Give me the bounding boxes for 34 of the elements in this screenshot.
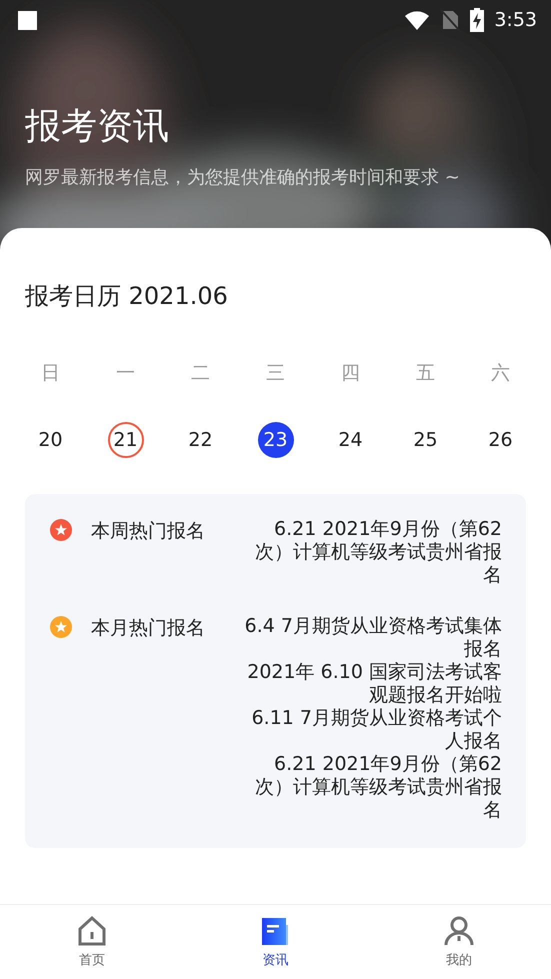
- nav-tab[interactable]: 首页: [0, 905, 184, 979]
- calendar-day[interactable]: 24: [332, 422, 368, 458]
- registration-link[interactable]: 6.4 7月期货从业资格考试集体报名: [242, 615, 502, 661]
- calendar-day[interactable]: 25: [408, 422, 444, 458]
- battery-icon: [470, 8, 484, 32]
- weekday-label: 二: [191, 361, 210, 386]
- calendar-day[interactable]: 21: [108, 422, 144, 458]
- calendar-day[interactable]: 20: [32, 422, 68, 458]
- section-label: 本周热门报名: [91, 519, 205, 544]
- calendar-title: 报考日历 2021.06: [25, 281, 229, 312]
- nav-tab[interactable]: 资讯: [184, 905, 368, 979]
- registration-link[interactable]: 6.21 2021年9月份（第62次）计算机等级考试贵州省报名: [242, 753, 502, 822]
- weekday-label: 四: [341, 361, 360, 386]
- registration-link[interactable]: 6.11 7月期货从业资格考试个人报名: [242, 707, 502, 753]
- page-title: 报考资讯: [25, 105, 170, 149]
- home-icon: [76, 915, 108, 947]
- weekday-label: 五: [416, 361, 435, 386]
- no-sim-icon: [440, 9, 460, 31]
- calendar-day[interactable]: 22: [182, 422, 218, 458]
- weekday-label: 三: [266, 361, 285, 386]
- person-icon: [443, 915, 476, 947]
- weekday-label: 一: [116, 361, 135, 386]
- registration-link[interactable]: 6.21 2021年9月份（第62次）计算机等级考试贵州省报名: [242, 518, 502, 587]
- notification-icon: [18, 10, 37, 30]
- calendar-day[interactable]: 26: [482, 422, 518, 458]
- weekday-label: 日: [41, 361, 60, 386]
- section-label: 本月热门报名: [91, 616, 205, 641]
- nav-tab[interactable]: 我的: [367, 905, 551, 979]
- registration-link[interactable]: 2021年 6.10 国家司法考试客观题报名开始啦: [242, 661, 502, 707]
- weekday-label: 六: [491, 361, 510, 386]
- page-subtitle: 网罗最新报考信息，为您提供准确的报考时间和要求 ~: [25, 166, 461, 189]
- wifi-icon: [404, 10, 430, 30]
- calendar-day[interactable]: 23: [258, 422, 294, 458]
- clock: 3:53: [494, 9, 537, 31]
